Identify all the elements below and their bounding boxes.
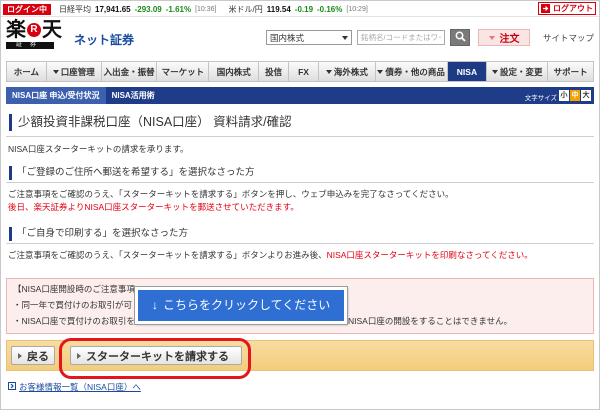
chevron-down-icon xyxy=(342,35,348,40)
back-button-label: 戻る xyxy=(27,350,49,363)
section-mail-text: ご注意事項をご確認のうえ、「スターターキットを請求する」ボタンを押し、ウェブ申込… xyxy=(8,189,454,199)
usdjpy-change-pct: -0.16% xyxy=(317,4,343,14)
logo-sub-text: 証券 xyxy=(6,42,54,49)
page-title-row: 少額投資非課税口座（NISA口座） 資料請求/確認 xyxy=(6,111,594,137)
notice-bullet-2: ・NISA口座で買付けのお取引を xyxy=(13,316,135,326)
section-heading-mail: 「ご登録のご住所へ郵送を希望する」を選択なさった方 xyxy=(6,165,594,183)
usdjpy-change: -0.19 xyxy=(294,4,314,14)
logo-char-2: 天 xyxy=(42,19,62,41)
nav-funds[interactable]: 投信 xyxy=(259,62,290,81)
nav-nisa[interactable]: NISA xyxy=(447,62,488,81)
search-input[interactable] xyxy=(357,30,445,45)
font-size-toggle: 小 中 大 xyxy=(559,90,591,101)
nav-label: 債券・他の商品 xyxy=(385,66,445,77)
section-heading-text: 「ご自身で印刷する」を選択なさった方 xyxy=(9,227,188,241)
link-arrow-icon xyxy=(8,382,16,392)
section-mail-note: 後日、楽天証券よりNISA口座スターターキットを郵送させていただきます。 xyxy=(8,202,299,212)
instruction-callout: ↓ こちらをクリックしてください xyxy=(134,286,348,325)
nav-foreign-stocks[interactable]: 海外株式 xyxy=(319,62,376,81)
nav-label: 入出金・振替 xyxy=(103,66,155,77)
nikkei-change: -293.09 xyxy=(134,4,162,14)
nav-label: マーケット xyxy=(161,66,205,77)
nav-label: 口座管理 xyxy=(60,66,95,77)
nav-deposit-transfer[interactable]: 入出金・振替 xyxy=(102,62,158,81)
nav-market[interactable]: マーケット xyxy=(157,62,210,81)
nav-settings[interactable]: 設定・変更 xyxy=(487,62,549,81)
font-size-medium-button[interactable]: 中 xyxy=(570,90,580,101)
notice-bullet-1: ・同一年で買付けのお取引が可 xyxy=(13,300,133,310)
login-status-badge: ログイン中 xyxy=(3,3,51,15)
page: ログイン中 日経平均 17,941.65 -293.09 -1.61% [10:… xyxy=(0,0,600,410)
nikkei-value: 17,941.65 xyxy=(95,4,131,14)
triangle-right-icon xyxy=(77,352,81,359)
nikkei-change-pct: -1.61% xyxy=(165,4,192,14)
logout-icon xyxy=(541,4,550,13)
callout-text: こちらをクリックしてください xyxy=(163,298,331,312)
market-ticker-bar: ログイン中 日経平均 17,941.65 -293.09 -1.61% [10:… xyxy=(3,3,533,15)
nav-support[interactable]: サポート xyxy=(548,62,593,81)
logout-button[interactable]: ログアウト xyxy=(538,2,596,15)
customer-info-link-label: お客様情報一覧（NISA口座）へ xyxy=(19,382,141,392)
dropdown-arrow-icon xyxy=(488,35,495,40)
usdjpy-time: [10:29] xyxy=(346,5,368,13)
logo-mark: 楽 R 天 xyxy=(6,19,62,41)
nikkei-time: [10:36] xyxy=(195,5,217,13)
dropdown-arrow-icon xyxy=(52,69,59,74)
section-print-text-main: ご注意事項をご確認のうえ、「スターターキットを請求する」ボタンよりお進み後、 xyxy=(8,250,327,260)
font-size-large-button[interactable]: 大 xyxy=(581,90,591,101)
dropdown-arrow-icon xyxy=(377,69,384,74)
nav-label: ホーム xyxy=(13,66,40,77)
intro-text: NISA口座スターターキットの請求を承ります。 xyxy=(8,144,189,154)
search-button[interactable] xyxy=(450,29,470,46)
market-select-value: 国内株式 xyxy=(270,32,305,43)
sitemap-link[interactable]: サイトマップ xyxy=(543,32,594,44)
nav-label: 海外株式 xyxy=(333,66,368,77)
nav-home[interactable]: ホーム xyxy=(7,62,47,81)
notice-heading: 【NISA口座開設時のご注意事項 xyxy=(13,284,135,294)
search-icon xyxy=(455,29,466,47)
nav-label: FX xyxy=(298,66,309,77)
section-print-text: ご注意事項をご確認のうえ、「スターターキットを請求する」ボタンよりお進み後、NI… xyxy=(8,250,533,261)
nav-label: 投信 xyxy=(265,66,283,77)
order-button[interactable]: 注文 xyxy=(478,29,530,46)
triangle-right-icon xyxy=(18,352,22,359)
market-select[interactable]: 国内株式 xyxy=(266,30,352,45)
customer-info-link[interactable]: お客様情報一覧（NISA口座）へ xyxy=(8,381,141,393)
subnav-nisa-guide[interactable]: NISA活用術 xyxy=(106,87,161,104)
sub-nav: NISA口座 申込/受付状況 NISA活用術 文字サイズ 小 中 大 xyxy=(6,87,594,104)
page-title: 少額投資非課税口座（NISA口座） 資料請求/確認 xyxy=(9,114,292,131)
usdjpy-label[interactable]: 米ドル/円 xyxy=(229,4,263,15)
request-starter-kit-label: スターターキットを請求する xyxy=(86,350,229,363)
nav-label: NISA xyxy=(456,66,478,77)
font-size-small-button[interactable]: 小 xyxy=(559,90,569,101)
rakuten-securities-logo[interactable]: 楽 R 天 証券 xyxy=(6,19,62,50)
nikkei-label[interactable]: 日経平均 xyxy=(59,4,91,15)
dropdown-arrow-icon xyxy=(492,69,499,74)
nav-label: 国内株式 xyxy=(216,66,251,77)
section-heading-print: 「ご自身で印刷する」を選択なさった方 xyxy=(6,226,594,244)
nav-label: 設定・変更 xyxy=(500,66,543,77)
usdjpy-value: 119.54 xyxy=(266,4,291,14)
section-heading-text: 「ご登録のご住所へ郵送を希望する」を選択なさった方 xyxy=(9,166,255,180)
request-starter-kit-button[interactable]: スターターキットを請求する xyxy=(70,346,242,365)
global-nav: ホーム 口座管理 入出金・振替 マーケット 国内株式 投信 FX 海外株式 債券… xyxy=(6,61,594,82)
dropdown-arrow-icon xyxy=(325,69,332,74)
brand-text: ネット証券 xyxy=(74,33,135,47)
back-button[interactable]: 戻る xyxy=(11,346,55,365)
down-arrow-icon: ↓ xyxy=(152,298,158,312)
notice-bullet-2-end: NISA口座の開設をすることはできません。 xyxy=(348,316,513,326)
logo-char-1: 楽 xyxy=(6,19,26,41)
nav-fx[interactable]: FX xyxy=(289,62,319,81)
section-print-text-red: NISA口座スターターキットを印刷なさってください。 xyxy=(326,250,533,260)
nav-account[interactable]: 口座管理 xyxy=(47,62,102,81)
nav-domestic-stocks[interactable]: 国内株式 xyxy=(209,62,260,81)
nav-label: サポート xyxy=(553,66,588,77)
ticker-divider xyxy=(1,16,599,17)
subnav-nisa-application-status[interactable]: NISA口座 申込/受付状況 xyxy=(6,87,106,104)
order-label: 注文 xyxy=(499,34,520,45)
rakuten-r-icon: R xyxy=(27,23,41,37)
font-size-label: 文字サイズ xyxy=(524,95,557,102)
nav-bonds-other[interactable]: 債券・他の商品 xyxy=(376,62,448,81)
logout-label: ログアウト xyxy=(553,4,593,13)
